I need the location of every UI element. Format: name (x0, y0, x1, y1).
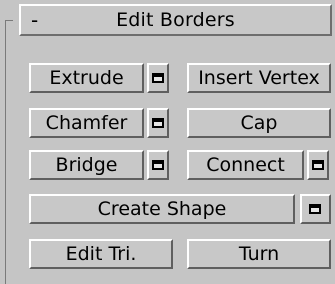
connect-label: Connect (206, 153, 285, 176)
rollout-header[interactable]: - Edit Borders (19, 4, 332, 36)
chamfer-label: Chamfer (45, 111, 128, 134)
chamfer-button[interactable]: Chamfer (29, 108, 144, 138)
create-shape-settings-button[interactable] (300, 194, 331, 224)
rollout-divider-tick (5, 20, 13, 21)
rollout-title: Edit Borders (116, 9, 235, 31)
cap-button[interactable]: Cap (187, 108, 331, 138)
extrude-button[interactable]: Extrude (29, 63, 144, 93)
settings-window-icon (152, 160, 164, 170)
chamfer-settings-button[interactable] (147, 108, 169, 138)
insert-vertex-button[interactable]: Insert Vertex (187, 63, 331, 93)
extrude-label: Extrude (49, 66, 124, 89)
turn-label: Turn (238, 242, 280, 265)
bridge-button[interactable]: Bridge (29, 150, 144, 180)
connect-settings-button[interactable] (307, 150, 329, 180)
settings-window-icon (312, 160, 324, 170)
insert-vertex-label: Insert Vertex (198, 66, 320, 89)
create-shape-label: Create Shape (97, 197, 227, 220)
settings-window-icon (152, 73, 164, 83)
turn-button[interactable]: Turn (187, 239, 331, 269)
edit-borders-panel: - Edit Borders Extrude Insert Vertex Cha… (0, 0, 335, 284)
settings-window-icon (152, 118, 164, 128)
collapse-icon[interactable]: - (31, 8, 38, 32)
bridge-label: Bridge (55, 153, 118, 176)
cap-label: Cap (240, 111, 278, 134)
extrude-settings-button[interactable] (147, 63, 169, 93)
connect-button[interactable]: Connect (187, 150, 304, 180)
create-shape-button[interactable]: Create Shape (29, 194, 295, 224)
edit-tri-button[interactable]: Edit Tri. (29, 239, 173, 269)
rollout-divider-line (5, 20, 6, 284)
bridge-settings-button[interactable] (147, 150, 169, 180)
settings-window-icon (309, 204, 321, 214)
edit-tri-label: Edit Tri. (65, 242, 137, 265)
